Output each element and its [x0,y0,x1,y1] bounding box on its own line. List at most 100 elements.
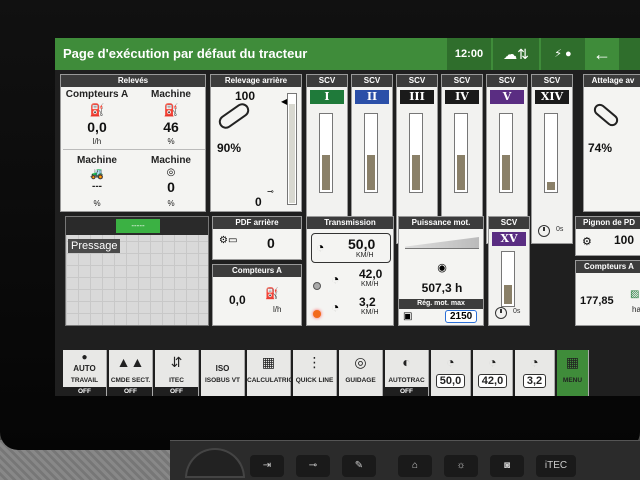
relevage-bottom: 0 [255,195,262,209]
engine-icon: ◉ [437,262,447,274]
gear1-icon: ◔ [331,271,340,287]
toolbar-value: 42,0 [473,374,512,388]
machine-unit-1: % [167,137,175,146]
console-itec-button[interactable]: iTEC [536,455,576,477]
compteurs-a2-panel[interactable]: Compteurs A 177,85 ▨ ha [575,260,640,326]
console-edit-button[interactable]: ✎ [342,455,376,477]
toolbar-value: 3,2 [515,374,554,388]
pressage-panel[interactable]: ----- Pressage [65,216,209,326]
transmission-panel[interactable]: Transmission ◔ 50,0 KM/H ◔ 42,0 KM/H ◔ 3… [306,216,394,326]
scv-fill [367,154,375,190]
scv-fill [322,154,330,190]
toolbar-speed-button[interactable]: ◔ 42,0 [473,350,513,396]
gear1-unit: KM/H [361,281,379,288]
scv-xv-gauge [501,251,515,307]
toolbar-label: GUIDAGE [345,377,376,384]
gear2-unit: KM/H [361,309,379,316]
toolbar-auto-travail-button[interactable]: AUTO ● TRAVAIL OFF [63,350,107,396]
gauge-icon: ◎ [166,167,176,178]
toolbar-label: ITEC [169,377,184,384]
scv-number: XIV [535,90,569,104]
console-settings-button[interactable]: ☼ [444,455,478,477]
console-hitch-button[interactable]: ⊸ [296,455,330,477]
toolbar-autotrac-button[interactable]: ◐ AUTOTRAC OFF [385,350,429,396]
scv-gauge [319,113,333,193]
clock[interactable]: 12:00 [447,38,491,70]
reg-mot-value[interactable]: 2150 [445,310,478,323]
console-home-button[interactable]: ⌂ [398,455,432,477]
scv-xv[interactable]: SCV XV 0s [488,216,530,326]
relevage-panel[interactable]: Relevage arrière 100 90% 0 ◀ ⊸ [210,74,302,212]
toolbar-label: QUICK LINE [295,377,334,384]
area-icon: ▨ [630,289,640,300]
transmission-title: Transmission [307,217,393,229]
scv-xiv[interactable]: SCV XIV 0s [531,74,573,244]
toolbar-label: MENU [562,377,583,384]
power-bar [405,237,479,249]
relevage-top-marker: ◀ [281,97,288,106]
releves-panel[interactable]: Relevés Compteurs A Machine ⛽ ⛽ 0,0 46 l… [60,74,206,212]
timer-icon [538,225,550,237]
autotrac-icon: ◐ [402,354,411,370]
scv-footer: 0s [532,223,572,239]
scv-gauge [409,113,423,193]
tank-icon: ⛽ [163,103,179,117]
toolbar-top-label: AUTO [73,364,96,373]
page-title: Page d'exécution par défaut du tracteur [63,46,308,61]
toolbar-speed-button[interactable]: ◔ 50,0 [431,350,471,396]
toolbar-iso-button[interactable]: ISO ISOBUS VT [201,350,245,396]
scv-gauge [544,113,558,193]
front-hitch-icon [591,101,621,129]
puissance-panel[interactable]: Puissance mot. ◉ 507,3 h Rég. mot. max ▣… [398,216,484,326]
toolbar-guidage-button[interactable]: ◎ GUIDAGE [339,350,383,396]
signal-icon[interactable]: ⚡ ● [541,38,585,70]
relevage-bottom-marker: ⊸ [267,187,274,196]
toolbar-label: CALCULATRICE [247,377,298,384]
toolbar-value: 50,0 [431,374,470,388]
pressage-label: Pressage [68,239,121,253]
pignon-panel[interactable]: Pignon de PD ⚙ 100 [575,216,640,256]
quick-line-icon: ⋮ [307,354,322,370]
pignon-title: Pignon de PD [576,217,640,229]
toolbar-cmde-sect-button[interactable]: ▲▲ CMDE SECT. OFF [109,350,153,396]
machine-label-2: Machine [76,155,117,166]
scv-gauge [364,113,378,193]
attelage-percent: 74% [588,141,613,155]
console-camera-button[interactable]: ◙ [490,455,524,477]
header-extra-button[interactable] [619,38,640,70]
toolbar-menu-button[interactable]: ▦ MENU [557,350,589,396]
scv-fill [457,154,465,190]
pressage-counter: ----- [116,219,160,233]
speed-icon: ◔ [530,354,539,370]
toolbar-quick-line-button[interactable]: ⋮ QUICK LINE [293,350,337,396]
reg-mot-title: Rég. mot. max [399,299,483,309]
scv-fill [502,154,510,190]
compteurs-a-title: Compteurs A [213,265,301,277]
toolbar-speed-button[interactable]: ◔ 3,2 [515,350,555,396]
scv-flow: 0s [556,226,564,233]
speed-box[interactable]: ◔ 50,0 KM/H [311,233,391,263]
attelage-panel[interactable]: Attelage av 74% [583,74,640,212]
scv-label: SCV [397,75,437,87]
engine-reg-icon: ▣ [403,311,413,322]
toolbar-calculator-button[interactable]: ▦ CALCULATRICE [247,350,298,396]
back-arrow-icon[interactable]: ← [587,38,617,70]
attelage-title: Attelage av [584,75,640,87]
compteurs-a2-unit: ha [632,305,640,314]
fuel-icon: ⛽ [89,103,105,117]
gear2-value: 3,2 [359,295,376,309]
scv-number: II [355,90,389,104]
pdf-panel[interactable]: PDF arrière ⚙▭ 0 [212,216,302,260]
compteurs-a-panel[interactable]: Compteurs A 0,0 ⛽ l/h [212,264,302,326]
speed-icon: ◔ [488,354,497,370]
gear2-icon: ◔ [331,299,340,315]
pdf-title: PDF arrière [213,217,301,229]
compteurs-a-unit: l/h [92,137,102,146]
relevage-gauge-fill [289,104,295,203]
pignon-value: 100 [614,233,635,247]
toolbar-status: OFF [109,387,152,396]
toolbar-itec-button[interactable]: ⇵ ITEC OFF [155,350,199,396]
connectivity-icon[interactable]: ☁⇅ [493,38,539,70]
scv-xv-fill [504,285,512,304]
console-arrow-button[interactable]: ⇥ [250,455,284,477]
